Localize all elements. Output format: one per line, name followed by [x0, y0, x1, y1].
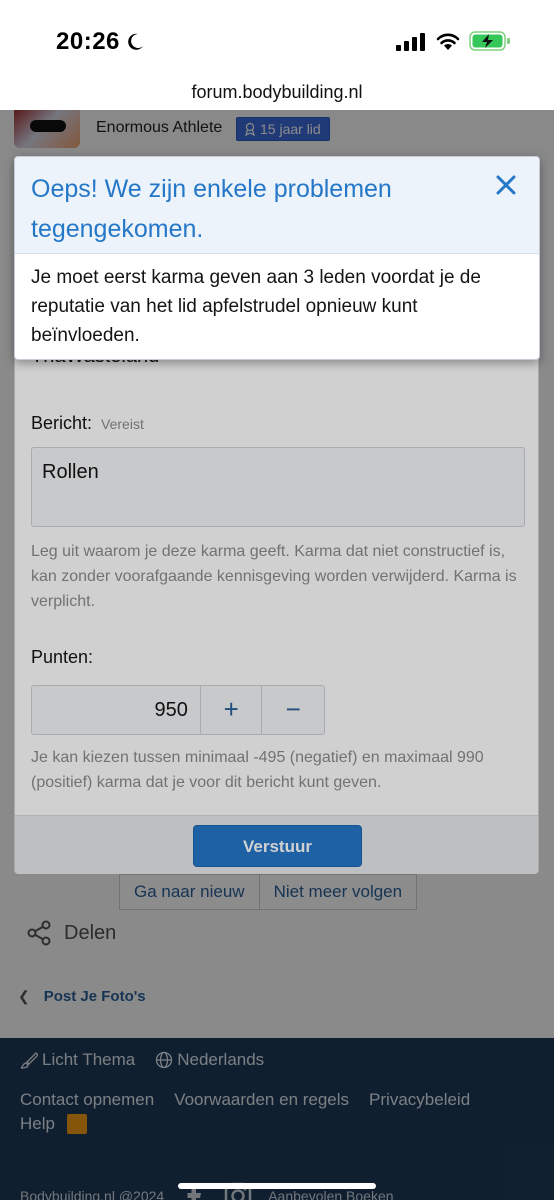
- home-indicator[interactable]: [178, 1183, 376, 1189]
- error-dialog: Oeps! We zijn enkele problemen tegengeko…: [14, 156, 540, 360]
- status-time: 20:26: [56, 28, 120, 55]
- moon-icon: [128, 33, 143, 50]
- error-message: Je moet eerst karma geven aan 3 leden vo…: [31, 267, 481, 346]
- close-icon[interactable]: [495, 174, 517, 196]
- error-header: Oeps! We zijn enkele problemen tegengeko…: [15, 157, 539, 254]
- signal-icon: [396, 33, 425, 51]
- wifi-icon: [436, 33, 460, 50]
- status-bar: 20:26 forum.bodybuilding.nl: [0, 0, 554, 102]
- error-title: Oeps! We zijn enkele problemen tegengeko…: [31, 175, 392, 243]
- url-bar[interactable]: forum.bodybuilding.nl: [0, 82, 554, 103]
- battery-charging-icon: [469, 31, 510, 51]
